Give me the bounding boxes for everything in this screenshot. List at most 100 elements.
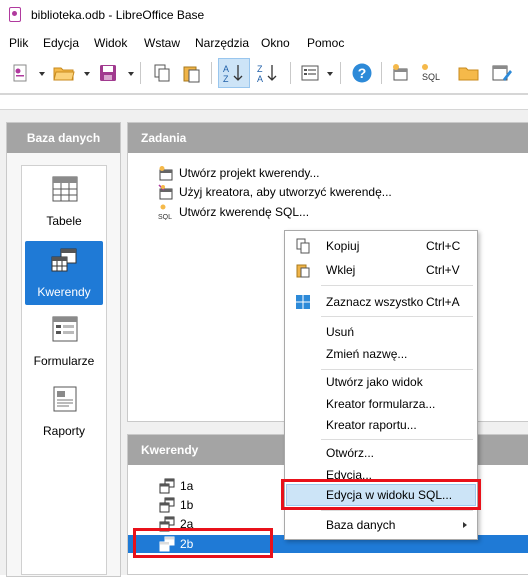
- menu-item-label: Baza danych: [326, 518, 396, 532]
- db-item-tables[interactable]: Tabele: [25, 170, 103, 234]
- open-db-object-button[interactable]: [457, 61, 481, 85]
- query-name: 1b: [180, 498, 194, 512]
- menu-pomoc[interactable]: Pomoc: [307, 36, 344, 50]
- menu-item-shortcut: Ctrl+A: [426, 295, 460, 309]
- save-icon: [100, 65, 116, 81]
- menu-plik[interactable]: Plik: [9, 36, 28, 50]
- menu-edycja[interactable]: Edycja: [43, 36, 79, 50]
- table-icon: [52, 176, 78, 202]
- select-all-icon: [296, 295, 310, 309]
- database-panel-header: Baza danych: [7, 123, 120, 153]
- save-button[interactable]: [96, 61, 120, 85]
- db-item-forms[interactable]: Formularze: [25, 310, 103, 374]
- db-item-label: Raporty: [42, 424, 86, 438]
- menu-bar: Plik Edycja Widok Wstaw Narzędzia Okno P…: [0, 30, 528, 55]
- report-icon: [53, 386, 77, 412]
- sort-descending-icon: ZA: [257, 64, 277, 84]
- query-name: 1a: [180, 479, 194, 493]
- edit-button[interactable]: [490, 61, 514, 85]
- toolbar-separator: [211, 62, 212, 84]
- db-item-queries[interactable]: Kwerendy: [25, 241, 103, 305]
- task-label: Utwórz projekt kwerendy...: [179, 166, 320, 180]
- tasks-panel-header: Zadania: [128, 123, 528, 153]
- menu-item-label: Kopiuj: [326, 239, 360, 253]
- new-document-icon: [13, 64, 27, 82]
- paste-toolbar-button[interactable]: [180, 61, 204, 85]
- new-document-button[interactable]: [8, 61, 32, 85]
- toolbar: AZ ZA ? SQL: [0, 55, 528, 93]
- window-title: biblioteka.odb - LibreOffice Base: [31, 8, 205, 22]
- help-icon: ?: [352, 63, 372, 83]
- sort-descending-button[interactable]: ZA: [256, 61, 280, 85]
- help-button[interactable]: ?: [350, 61, 374, 85]
- svg-text:A: A: [257, 74, 263, 84]
- highlight-box-query-2b: [133, 528, 273, 558]
- edit-icon: [492, 65, 512, 81]
- db-item-label: Kwerendy: [37, 285, 91, 299]
- task-label: Utwórz kwerendę SQL...: [179, 205, 310, 219]
- sort-ascending-button[interactable]: AZ: [218, 58, 250, 88]
- copy-toolbar-button[interactable]: [150, 61, 174, 85]
- menu-separator: [321, 439, 473, 440]
- form-list-icon: [301, 65, 319, 81]
- menu-item-open[interactable]: Otwórz...: [286, 442, 476, 464]
- highlight-box-sql-view: [281, 479, 481, 510]
- menu-okno[interactable]: Okno: [261, 36, 290, 50]
- toolbar-separator: [140, 62, 141, 84]
- copy-icon: [296, 238, 310, 254]
- submenu-arrow-icon: [463, 522, 467, 528]
- menu-item-label: Zaznacz wszystko: [326, 295, 424, 309]
- base-document-icon: [9, 7, 21, 22]
- query-wizard-icon: [158, 184, 173, 200]
- svg-text:Z: Z: [223, 74, 229, 84]
- toolbar-separator: [381, 62, 382, 84]
- open-dropdown-arrow[interactable]: [84, 72, 90, 76]
- db-item-label: Tabele: [46, 214, 82, 228]
- sql-query-button[interactable]: SQL: [420, 61, 444, 85]
- menu-item-label: Usuń: [326, 325, 355, 339]
- svg-text:Z: Z: [257, 64, 263, 74]
- menu-item-label: Zmień nazwę...: [326, 347, 408, 361]
- menu-item-create-as-view[interactable]: Utwórz jako widok: [286, 371, 476, 393]
- database-panel: Baza danych Tabele Kwerendy Formularze R…: [6, 122, 121, 577]
- task-label: Użyj kreatora, aby utworzyć kwerendę...: [179, 185, 392, 199]
- toolbar-separator: [290, 62, 291, 84]
- menu-item-delete[interactable]: Usuń: [286, 321, 476, 343]
- menu-item-database-submenu[interactable]: Baza danych: [286, 514, 476, 536]
- db-item-reports[interactable]: Raporty: [25, 380, 103, 444]
- menu-item-paste[interactable]: Wklej Ctrl+V: [286, 259, 476, 281]
- menu-wstaw[interactable]: Wstaw: [144, 36, 180, 50]
- menu-separator: [321, 316, 473, 317]
- menu-item-shortcut: Ctrl+V: [426, 263, 460, 277]
- svg-text:SQL: SQL: [158, 214, 172, 220]
- svg-text:A: A: [223, 64, 229, 74]
- database-object-list: Tabele Kwerendy Formularze Raporty: [21, 165, 107, 575]
- menu-item-label: Kreator formularza...: [326, 397, 436, 411]
- form-icon: [52, 316, 78, 342]
- menu-item-label: Wklej: [326, 263, 356, 277]
- menu-separator: [321, 369, 473, 370]
- new-dropdown-arrow[interactable]: [39, 72, 45, 76]
- menu-item-form-wizard[interactable]: Kreator formularza...: [286, 393, 476, 415]
- menu-item-shortcut: Ctrl+C: [426, 239, 461, 253]
- open-button[interactable]: [52, 61, 76, 85]
- menu-item-rename[interactable]: Zmień nazwę...: [286, 343, 476, 365]
- menu-item-copy[interactable]: Kopiuj Ctrl+C: [286, 235, 476, 257]
- sql-icon: SQL: [158, 204, 172, 220]
- copy-icon: [154, 64, 170, 82]
- menu-separator: [321, 510, 473, 511]
- db-item-label: Formularze: [33, 354, 95, 368]
- menu-item-label: Utwórz jako widok: [326, 375, 423, 389]
- query-design-icon: [159, 166, 173, 181]
- form-dropdown-arrow[interactable]: [327, 72, 333, 76]
- menu-item-select-all[interactable]: Zaznacz wszystko Ctrl+A: [286, 291, 476, 313]
- menu-item-report-wizard[interactable]: Kreator raportu...: [286, 414, 476, 436]
- menu-item-label: Kreator raportu...: [326, 418, 417, 432]
- menu-widok[interactable]: Widok: [94, 36, 127, 50]
- query-design-button[interactable]: [389, 61, 413, 85]
- folder-icon: [458, 67, 479, 81]
- save-dropdown-arrow[interactable]: [128, 72, 134, 76]
- form-view-button[interactable]: [298, 61, 322, 85]
- menu-narzedzia[interactable]: Narzędzia: [195, 36, 249, 50]
- query-icon: [51, 248, 77, 272]
